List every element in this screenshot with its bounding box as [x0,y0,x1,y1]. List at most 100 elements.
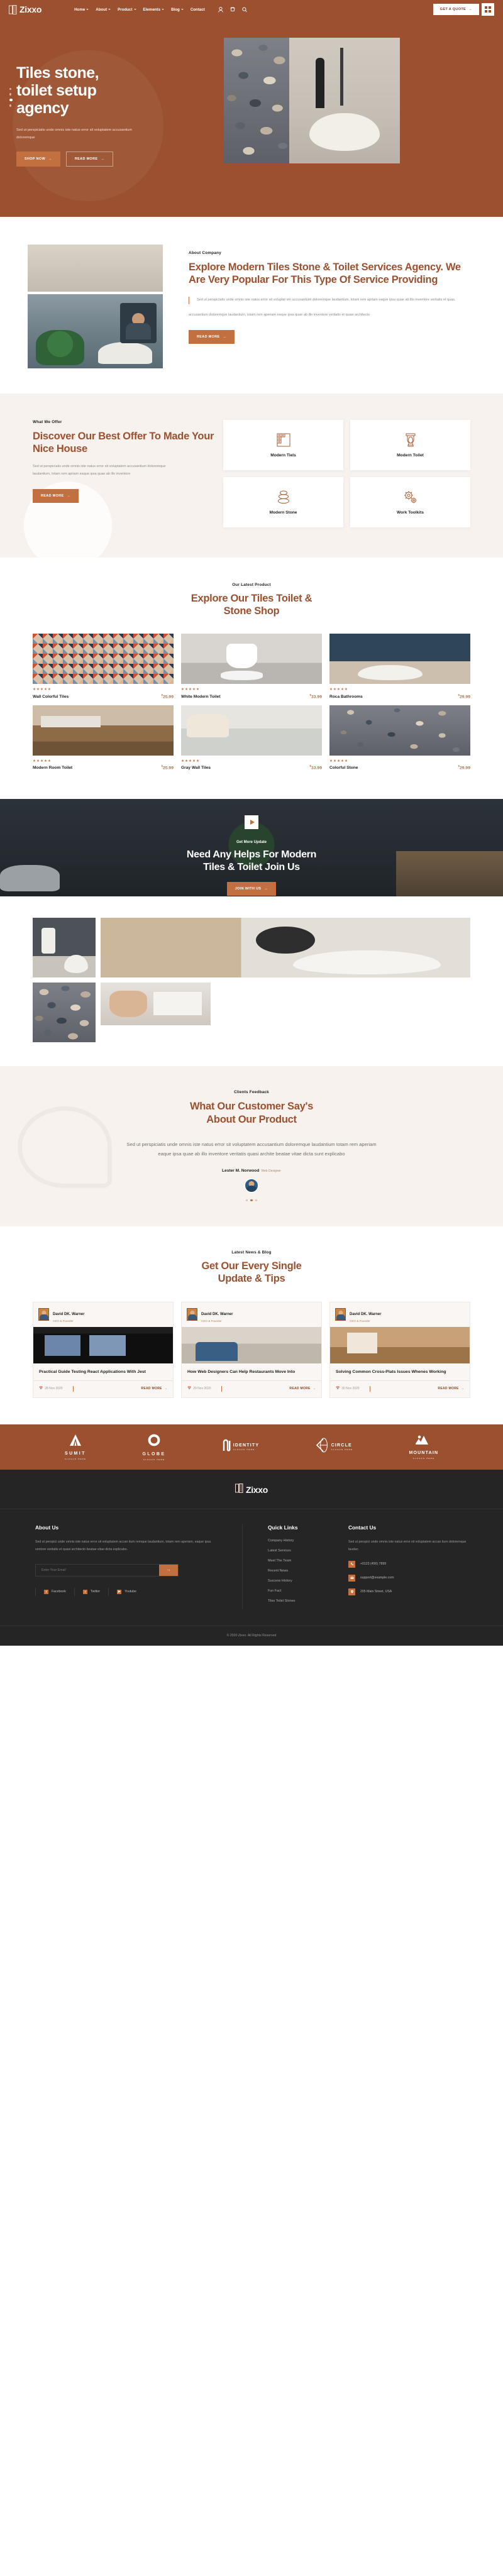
nav-item-product[interactable]: Product [118,8,136,12]
gallery-image-1[interactable] [33,918,96,978]
footer-logo[interactable]: Zixxo [0,1483,503,1509]
service-card-modern-tiels[interactable]: Modern Tiels [223,420,343,470]
avatar [187,1308,197,1321]
hero-dot[interactable] [9,104,12,107]
shop-now-button[interactable]: SHOP NOW → [16,151,60,167]
button-label: READ MORE [197,334,220,339]
brand-logo-globe[interactable]: GLOBE SLOGAN HERE [143,1433,166,1461]
user-icon[interactable] [218,6,223,13]
chevron-down-icon [108,9,111,10]
newsletter-submit-button[interactable]: → [159,1564,178,1576]
footer-contact-heading: Contact Us [348,1524,377,1531]
nav-item-contact[interactable]: Contact [191,8,205,12]
hero-images [224,19,487,217]
cart-icon[interactable] [230,6,235,13]
gallery-image-3[interactable] [33,983,96,1043]
arrow-right-icon: → [48,157,52,162]
product-image [329,634,470,685]
nav-item-elements[interactable]: Elements [143,8,165,12]
social-link-facebook[interactable]: f Facebook [35,1587,74,1596]
product-card[interactable]: ★★★★★ Roca Bathrooms $29.99 [329,634,470,699]
blog-card[interactable]: David DK. Warner CEO & Founder How Web D… [181,1301,322,1398]
product-image [181,705,322,756]
email-input[interactable] [36,1564,159,1576]
blog-read-more-link[interactable]: READ MORE → [289,1387,316,1390]
grid-menu-button[interactable] [482,3,494,16]
footer-link[interactable]: Latest Services [268,1549,337,1553]
about-person-photo [120,303,157,343]
hero-slider-dots[interactable] [9,88,13,107]
footer-phone[interactable]: +0123 (456) 7899 [348,1560,468,1568]
get-a-quote-button[interactable]: GET A QUOTE → [433,4,479,15]
search-icon[interactable] [242,7,247,13]
blog-read-more-link[interactable]: READ MORE → [141,1387,167,1390]
product-price: $33.99 [310,764,322,770]
brand-logo-identity[interactable]: IDENTITY SLOGAN HERE [222,1438,260,1455]
nav-item-home[interactable]: Home [74,8,89,12]
products-section: Our Latest Product Explore Our Tiles Toi… [0,558,503,799]
brand-slogan: SLOGAN HERE [64,1457,87,1460]
footer-link[interactable]: Fun Fact [268,1589,337,1593]
footer-address[interactable]: 205 Main Street, USA [348,1588,468,1595]
testimonial-dot-active[interactable] [250,1199,253,1202]
offer-read-more-button[interactable]: READ MORE → [33,488,79,503]
footer-contact-text: Sed ut perspici unde omnis iste natus er… [348,1539,467,1551]
brand-logo-sumit[interactable]: SUMIT SLOGAN HERE [65,1434,86,1460]
footer-link[interactable]: Recent News [268,1569,337,1573]
join-with-us-button[interactable]: JOIN WITH US → [226,882,277,896]
nav-item-blog[interactable]: Blog [171,8,184,12]
mail-icon [348,1574,355,1582]
offer-paragraph: Sed ut perspiciatis unde omnis iste natu… [33,465,166,476]
cta-video-section: Get More Update Need Any Helps For Moder… [0,799,503,897]
blog-read-more-link[interactable]: READ MORE → [438,1387,464,1390]
social-link-youtube[interactable]: ▶ Youtube [108,1587,145,1596]
gallery-image-2[interactable] [101,918,470,978]
offer-section: What We Offer Discover Our Best Offer To… [0,394,503,558]
offer-content: What We Offer Discover Our Best Offer To… [0,420,223,527]
blog-card[interactable]: David DK. Warner CEO & Founder Solving C… [329,1301,470,1398]
brand-name: IDENTITY [233,1443,260,1448]
site-logo[interactable]: Zixxo [9,4,41,14]
testimonial-dot[interactable] [255,1199,258,1202]
brand-logo-mountain[interactable]: MOUNTAIN SLOGAN HERE [409,1434,438,1460]
footer-link[interactable]: Success History [268,1579,337,1583]
service-card-modern-toilet[interactable]: Modern Toilet [350,420,470,470]
blog-post-title[interactable]: How Web Designers Can Help Restaurants M… [182,1363,321,1375]
price-value: 29.99 [459,694,470,699]
nav-item-about[interactable]: About [96,8,111,12]
blog-post-title[interactable]: Solving Common Cross-Plats Issues Whenes… [330,1363,470,1375]
blog-card[interactable]: David DK. Warner CEO & Founder Practical… [33,1301,174,1398]
hero-dot-active[interactable] [9,98,13,102]
product-card[interactable]: ★★★★★ Colorful Stone $29.99 [329,705,470,770]
blog-post-title[interactable]: Practical Guide Testing React Applicatio… [33,1363,173,1375]
about-read-more-button[interactable]: READ MORE → [189,329,235,344]
testimonial-dot[interactable] [245,1199,248,1202]
footer-link[interactable]: Meet The Team [268,1559,337,1563]
testimonial-slider-dots[interactable] [0,1199,503,1202]
circle-logo-icon [147,1433,161,1450]
service-card-modern-stone[interactable]: Modern Stone [223,477,343,527]
service-card-label: Modern Toilet [397,453,424,458]
footer-link[interactable]: Company History [268,1539,337,1543]
twitter-icon: t [82,1589,87,1594]
nav-label: Contact [190,7,205,12]
products-label: Our Latest Product [232,583,271,587]
footer-about-text: Sed ut perspici unde omnis iste natus er… [35,1539,211,1551]
footer-email[interactable]: support@example.com [348,1574,468,1582]
hero-dot[interactable] [9,93,12,96]
product-card[interactable]: ★★★★★ Gray Wall Tiles $33.99 [181,705,322,770]
hero-dot[interactable] [9,88,12,91]
play-video-button[interactable] [245,815,258,830]
product-card[interactable]: ★★★★★ White Modern Toilet $33.99 [181,634,322,699]
hero-title: Tiles stone, toilet setup agency [16,64,99,117]
service-card-work-toolkits[interactable]: Work Toolkits [350,477,470,527]
social-link-twitter[interactable]: t Twitter [74,1587,108,1596]
product-card[interactable]: ★★★★★ Wall Colorful Tiles $25.99 [33,634,174,699]
blog-date: 📅 30 Nov 2020 [336,1387,360,1390]
product-card[interactable]: ★★★★★ Modern Room Toilet $25.99 [33,705,174,770]
read-more-button[interactable]: READ MORE → [65,151,114,167]
gallery-image-4[interactable] [101,983,211,1026]
brand-logo-circle[interactable]: CIRCLE SLOGAN HERE [316,1438,353,1456]
footer-link[interactable]: Tiles Toilet Stones [268,1599,337,1603]
blog-date: 📅 29 Nov 2020 [187,1387,211,1390]
